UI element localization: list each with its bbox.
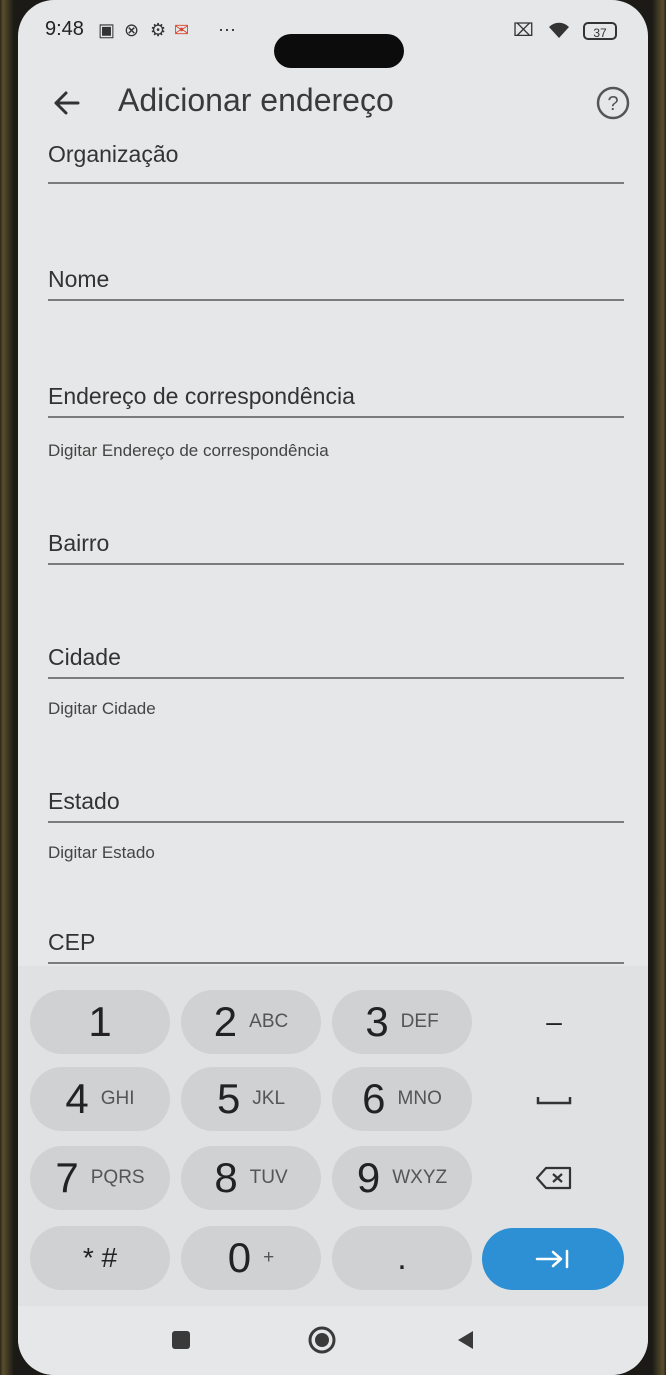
system-nav-bar <box>18 1306 648 1375</box>
more-icon: ⋯ <box>218 20 236 40</box>
sim-icon: ⊗ <box>124 20 140 40</box>
key-5[interactable]: 5 JKL <box>181 1067 321 1131</box>
nome-label: Nome <box>48 266 110 292</box>
phone-frame: 9:48 ▣ ⊗ ⚙ ✉ ⋯ ⌧ 37 Adicionar endereço ?… <box>0 0 666 1375</box>
key-2-letters: ABC <box>249 1011 289 1032</box>
home-circle-icon <box>308 1326 336 1354</box>
symbols-label: * # <box>82 1242 118 1273</box>
space-icon <box>536 1097 572 1105</box>
key-7[interactable]: 7 PQRS <box>30 1146 170 1210</box>
app-bar: Adicionar endereço ? <box>18 74 648 134</box>
cidade-field[interactable]: Cidade <box>48 628 624 679</box>
dot-symbol: . <box>397 1238 407 1277</box>
back-button[interactable] <box>48 84 86 122</box>
no-sim-icon: ⌧ <box>513 20 534 40</box>
key-6-digit: 6 <box>362 1075 386 1122</box>
wifi-icon <box>546 20 572 44</box>
field-underline <box>48 821 624 823</box>
endereco-field[interactable]: Endereço de correspondência <box>48 368 624 418</box>
page-title: Adicionar endereço <box>118 82 394 118</box>
key-4[interactable]: 4 GHI <box>30 1067 170 1131</box>
help-button[interactable]: ? <box>594 84 632 122</box>
key-0[interactable]: 0 + <box>181 1226 321 1290</box>
key-2-digit: 2 <box>213 998 238 1045</box>
camera-notch <box>274 34 404 68</box>
key-7-letters: PQRS <box>90 1167 145 1188</box>
key-7-digit: 7 <box>55 1154 79 1201</box>
back-triangle-icon <box>458 1331 473 1349</box>
minus-key[interactable]: – <box>494 990 614 1054</box>
system-back-button[interactable] <box>448 1322 484 1358</box>
dot-key[interactable]: . <box>332 1226 472 1290</box>
numeric-keyboard: 1 2 ABC 3 DEF – 4 GHI 5 JKL 6 MNO 7 PQRS… <box>18 966 648 1306</box>
recents-square-icon <box>172 1331 190 1349</box>
backspace-key[interactable] <box>494 1146 614 1210</box>
key-0-plus: + <box>263 1247 275 1268</box>
field-underline <box>48 299 624 301</box>
bairro-label: Bairro <box>48 530 110 556</box>
nome-field[interactable]: Nome <box>48 250 624 301</box>
back-arrow-icon <box>54 91 80 115</box>
next-field-icon <box>535 1249 569 1269</box>
field-underline <box>48 563 624 565</box>
key-5-digit: 5 <box>216 1075 241 1122</box>
key-3-digit: 3 <box>365 998 389 1045</box>
key-6[interactable]: 6 MNO <box>332 1067 472 1131</box>
nfc-icon: ▣ <box>98 20 116 40</box>
svg-text:?: ? <box>607 93 618 115</box>
cep-field[interactable]: CEP <box>48 916 624 964</box>
recents-button[interactable] <box>163 1322 199 1358</box>
next-field-button[interactable] <box>482 1228 624 1290</box>
key-6-letters: MNO <box>397 1088 442 1109</box>
estado-label: Estado <box>48 788 120 814</box>
help-circle-icon: ? <box>596 86 630 120</box>
key-8-digit: 8 <box>214 1154 238 1201</box>
status-time: 9:48 <box>45 18 84 40</box>
cidade-hint: Digitar Cidade <box>48 699 156 718</box>
endereco-hint: Digitar Endereço de correspondência <box>48 441 329 460</box>
cep-label: CEP <box>48 929 96 955</box>
organizacao-label: Organização <box>48 141 179 167</box>
mail-icon: ✉ <box>174 20 190 40</box>
key-1[interactable]: 1 <box>30 990 170 1054</box>
backspace-icon <box>535 1166 572 1190</box>
key-5-letters: JKL <box>252 1088 286 1109</box>
key-9-letters: WXYZ <box>392 1167 448 1188</box>
key-8-letters: TUV <box>249 1167 288 1188</box>
endereco-label: Endereço de correspondência <box>48 383 355 409</box>
key-8[interactable]: 8 TUV <box>181 1146 321 1210</box>
symbols-key[interactable]: * # <box>30 1226 170 1290</box>
estado-field[interactable]: Estado <box>48 772 624 823</box>
key-9-digit: 9 <box>356 1154 381 1201</box>
home-button[interactable] <box>304 1322 340 1358</box>
organizacao-field[interactable]: Organização <box>48 140 624 184</box>
screen: 9:48 ▣ ⊗ ⚙ ✉ ⋯ ⌧ 37 Adicionar endereço ?… <box>18 0 648 1375</box>
bairro-field[interactable]: Bairro <box>48 514 624 565</box>
estado-hint: Digitar Estado <box>48 843 155 862</box>
key-4-digit: 4 <box>65 1075 89 1122</box>
field-underline <box>48 677 624 679</box>
field-underline <box>48 962 624 964</box>
battery-icon: 37 <box>583 22 617 40</box>
key-3[interactable]: 3 DEF <box>332 990 472 1054</box>
minus-symbol: – <box>546 1006 562 1037</box>
key-2[interactable]: 2 ABC <box>181 990 321 1054</box>
space-key[interactable] <box>494 1067 614 1131</box>
status-bar: 9:48 ▣ ⊗ ⚙ ✉ ⋯ ⌧ 37 <box>18 14 648 68</box>
field-underline <box>48 416 624 418</box>
cidade-label: Cidade <box>48 644 121 670</box>
key-3-letters: DEF <box>400 1011 439 1032</box>
field-underline <box>48 182 624 184</box>
key-0-digit: 0 <box>227 1234 252 1281</box>
key-4-letters: GHI <box>100 1088 135 1109</box>
key-9[interactable]: 9 WXYZ <box>332 1146 472 1210</box>
gear-icon: ⚙ <box>150 20 167 40</box>
key-1-digit: 1 <box>88 998 112 1045</box>
